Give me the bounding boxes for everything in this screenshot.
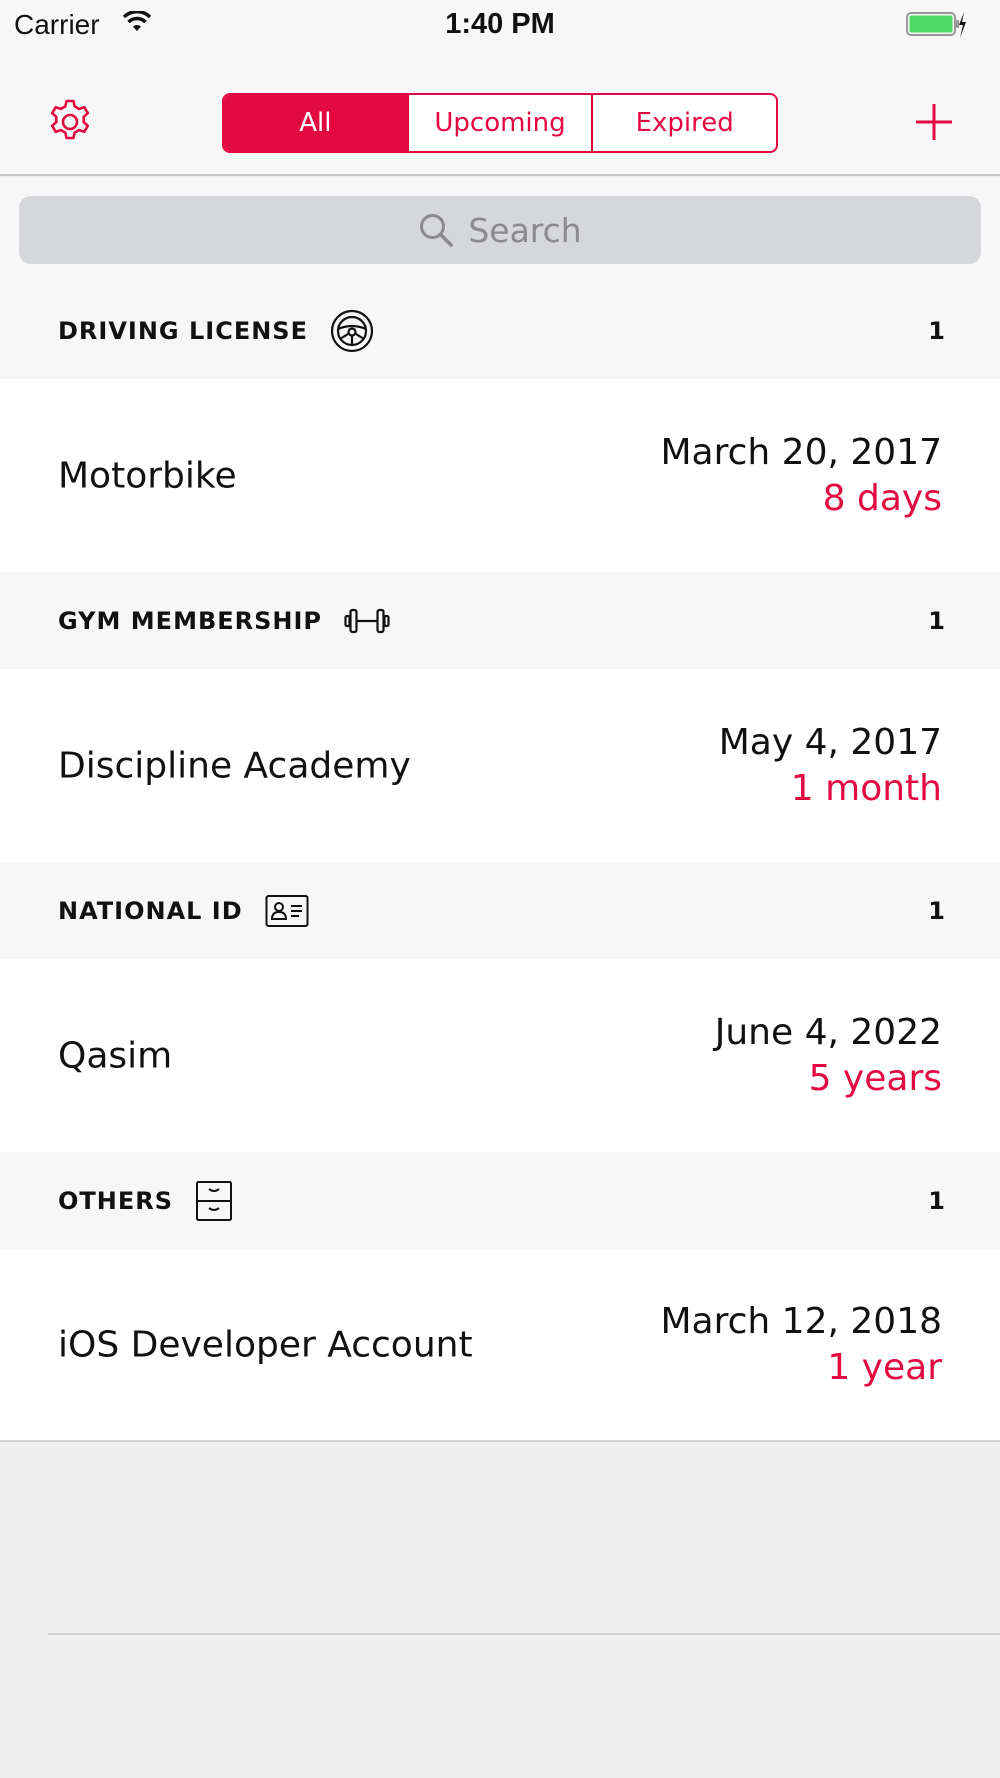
- item-date: March 20, 2017: [660, 431, 943, 473]
- item-date: May 4, 2017: [718, 721, 942, 763]
- tab-upcoming[interactable]: Upcoming: [409, 95, 594, 151]
- item-expiry: June 4, 2022 5 years: [715, 1010, 942, 1102]
- steering-wheel-icon: [330, 309, 374, 353]
- search-icon: [420, 214, 454, 247]
- item-remaining: 1 year: [827, 1346, 942, 1388]
- item-date: March 12, 2018: [660, 1300, 943, 1342]
- search-input[interactable]: Search: [19, 196, 981, 264]
- section-title: OTHERS: [58, 1186, 174, 1215]
- add-plus-icon[interactable]: [912, 100, 956, 144]
- item-remaining: 8 days: [822, 477, 942, 519]
- section-header-driving-license: DRIVING LICENSE 1: [0, 282, 1000, 379]
- battery-icon: [906, 12, 966, 38]
- section-count: 1: [928, 606, 945, 635]
- search-placeholder: Search: [468, 210, 582, 250]
- item-title: iOS Developer Account: [58, 1324, 473, 1365]
- section-count: 1: [928, 316, 945, 345]
- dumbbell-icon: [344, 607, 390, 635]
- section-header-national-id: NATIONAL ID 1: [0, 862, 1000, 959]
- section-title: DRIVING LICENSE: [58, 316, 308, 345]
- list-item[interactable]: iOS Developer Account March 12, 2018 1 y…: [0, 1249, 1000, 1442]
- section-header-gym-membership: GYM MEMBERSHIP 1: [0, 572, 1000, 669]
- list-item[interactable]: Motorbike March 20, 2017 8 days: [0, 379, 1000, 572]
- list-item[interactable]: Qasim June 4, 2022 5 years: [0, 959, 1000, 1152]
- id-card-icon: [265, 894, 309, 928]
- item-remaining: 5 years: [808, 1057, 942, 1099]
- cabinet-icon: [195, 1180, 233, 1222]
- item-date: June 4, 2022: [714, 1011, 942, 1053]
- status-bar: Carrier 1:40 PM: [0, 0, 1000, 50]
- list-item[interactable]: Discipline Academy May 4, 2017 1 month: [0, 669, 1000, 862]
- item-title: Qasim: [58, 1035, 173, 1076]
- filter-segmented-control: All Upcoming Expired: [222, 93, 778, 153]
- section-header-others: OTHERS 1: [0, 1152, 1000, 1249]
- section-title: NATIONAL ID: [58, 896, 243, 925]
- item-expiry: May 4, 2017 1 month: [719, 720, 942, 812]
- tab-expired[interactable]: Expired: [593, 95, 776, 151]
- tab-all[interactable]: All: [224, 95, 409, 151]
- item-remaining: 1 month: [790, 767, 942, 809]
- item-expiry: March 12, 2018 1 year: [661, 1299, 943, 1391]
- separator-line: [48, 1633, 1000, 1635]
- section-count: 1: [928, 896, 945, 925]
- section-title: GYM MEMBERSHIP: [58, 606, 323, 635]
- status-time: 1:40 PM: [445, 8, 555, 40]
- item-expiry: March 20, 2017 8 days: [661, 430, 943, 522]
- document-list: DRIVING LICENSE 1 Motorbike March 20, 20…: [0, 282, 1000, 1442]
- item-title: Discipline Academy: [58, 745, 411, 786]
- search-container: Search: [0, 178, 1000, 282]
- item-title: Motorbike: [58, 455, 237, 496]
- section-count: 1: [928, 1186, 945, 1215]
- navigation-bar: All Upcoming Expired: [0, 50, 1000, 176]
- settings-gear-icon[interactable]: [46, 98, 94, 146]
